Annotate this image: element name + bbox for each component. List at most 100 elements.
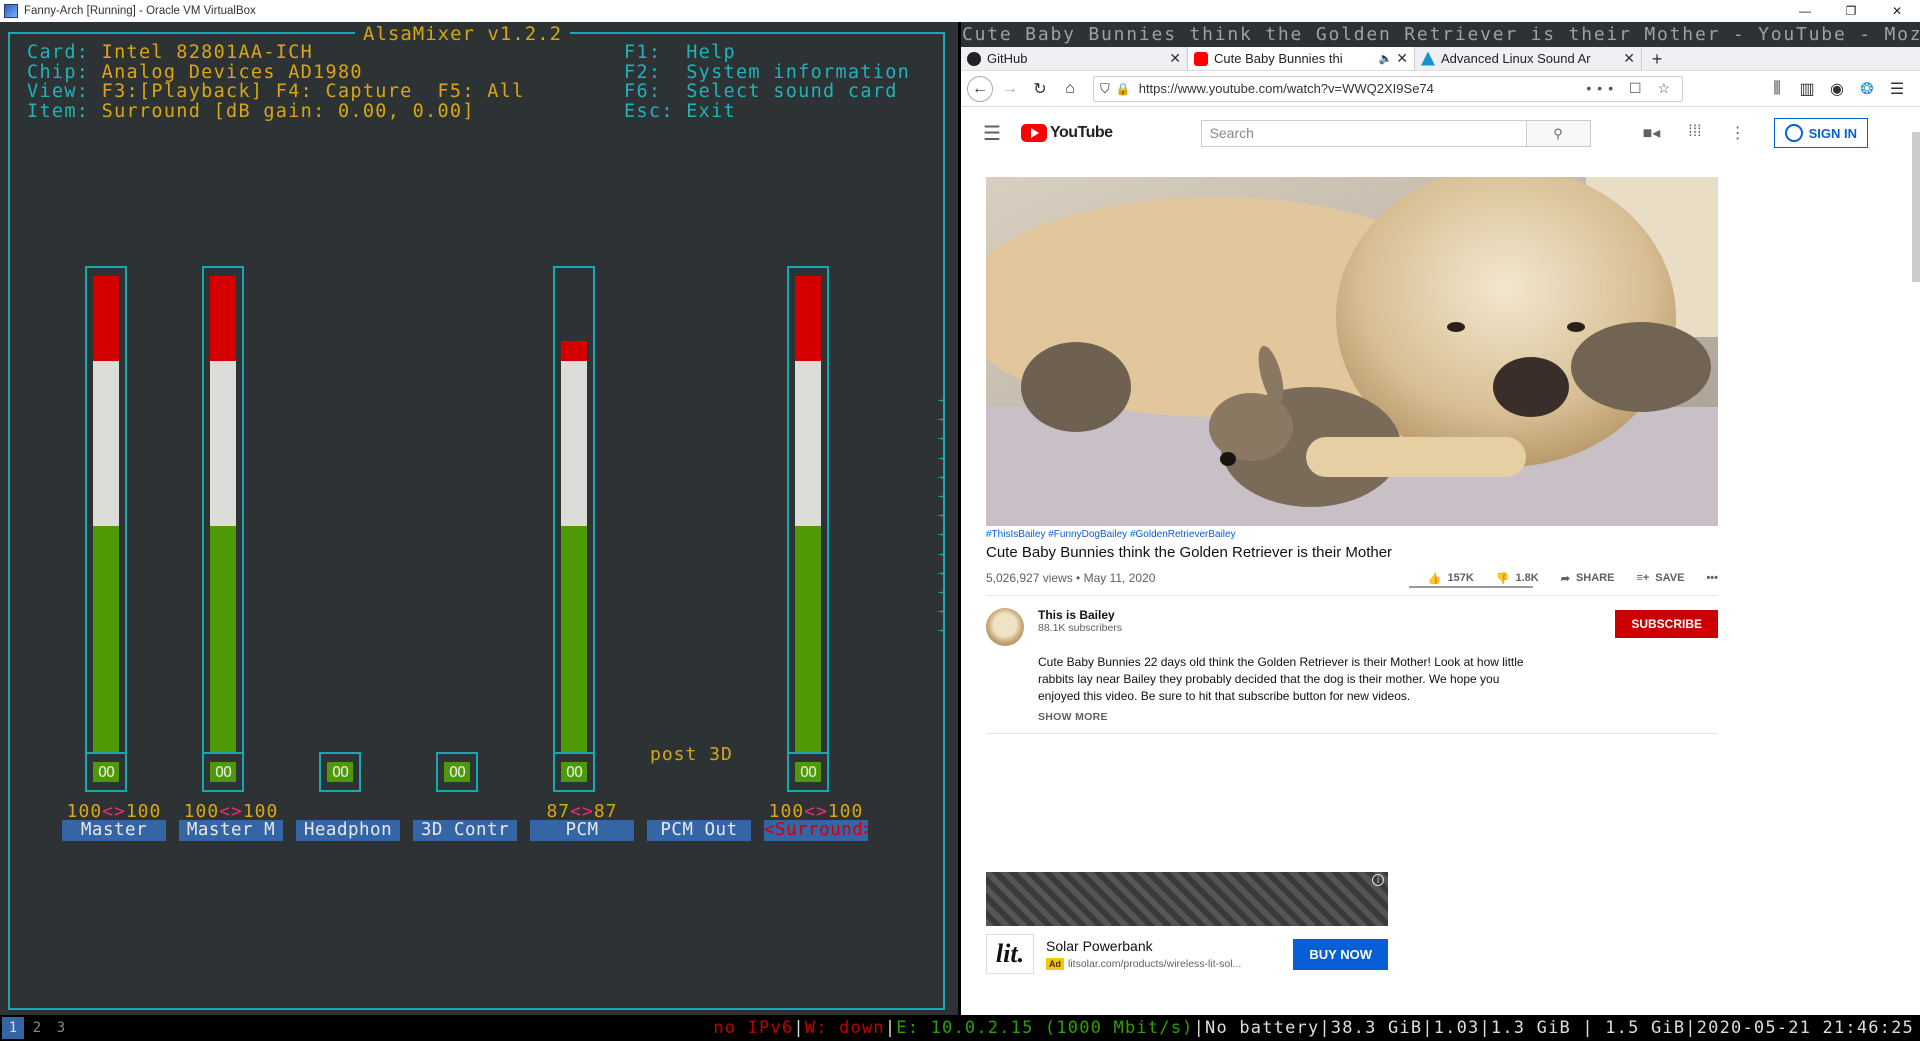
channel-row: This is Bailey 88.1K subscribers SUBSCRI… (986, 608, 1718, 646)
volume-bar-frame[interactable] (202, 266, 244, 780)
restore-button[interactable]: ❐ (1828, 0, 1874, 22)
mute-toggle[interactable]: OO (202, 752, 244, 792)
ad-logo[interactable]: lit. (986, 934, 1034, 974)
show-more-button[interactable]: SHOW MORE (1038, 711, 1718, 723)
ad-url: litsolar.com/products/wireless-lit-sol..… (1068, 958, 1242, 970)
search-icon[interactable]: ⚲ (1526, 119, 1591, 147)
channel-name[interactable]: PCM (530, 820, 634, 841)
video-description: Cute Baby Bunnies 22 days old think the … (1038, 655, 1524, 703)
github-icon (967, 51, 981, 66)
reload-icon[interactable]: ↻ (1027, 76, 1053, 102)
video-player[interactable] (986, 177, 1718, 526)
share-icon: ➦ (1560, 572, 1570, 585)
sign-in-button[interactable]: SIGN IN (1773, 118, 1869, 148)
tab-alsa[interactable]: Advanced Linux Sound Ar ✕ (1415, 47, 1642, 70)
account-icon[interactable]: ◉ (1824, 76, 1850, 102)
workspace-2[interactable]: 2 (26, 1017, 48, 1039)
more-horiz-icon[interactable]: ••• (1706, 572, 1718, 585)
page-scrollbar[interactable] (1912, 132, 1920, 282)
tab-youtube[interactable]: Cute Baby Bunnies thi 🔈 ✕ (1188, 47, 1415, 70)
more-vert-icon[interactable]: ⋮ (1730, 123, 1746, 143)
library-icon[interactable]: ⫼ (1764, 76, 1790, 102)
video-stats: 5,026,927 views • May 11, 2020 👍 157K 👎 1.… (986, 571, 1718, 585)
close-icon[interactable]: ✕ (1169, 50, 1181, 67)
hashtags[interactable]: #ThisIsBailey #FunnyDogBailey #GoldenRet… (986, 529, 1718, 540)
close-button[interactable]: ✕ (1874, 0, 1920, 22)
tab-github[interactable]: GitHub ✕ (961, 47, 1188, 70)
speaker-icon[interactable]: 🔈 (1379, 52, 1393, 65)
sidebar-icon[interactable]: ▥ (1794, 76, 1820, 102)
views-date: 5,026,927 views • May 11, 2020 (986, 571, 1156, 585)
ad-card: i lit. Solar Powerbank Ad litsolar.com/pr… (986, 872, 1388, 974)
close-icon[interactable]: ✕ (1396, 50, 1408, 67)
mute-toggle[interactable]: OO (436, 752, 478, 792)
new-tab-button[interactable]: + (1642, 47, 1672, 70)
home-icon[interactable]: ⌂ (1057, 76, 1083, 102)
mixer-keys: F1: Help F2: System information F6: Select… (624, 42, 911, 122)
mute-toggle[interactable]: OO (319, 752, 361, 792)
buy-now-button[interactable]: BUY NOW (1293, 938, 1388, 970)
volume-level: 87<>87 (546, 801, 618, 822)
youtube-logo[interactable]: YouTube (1021, 124, 1113, 142)
ad-banner[interactable]: i (986, 872, 1388, 926)
channel-name[interactable]: This is Bailey (1038, 608, 1122, 622)
tab-bar: GitHub ✕ Cute Baby Bunnies thi 🔈 ✕ Advan… (961, 47, 1920, 71)
avatar[interactable] (986, 608, 1024, 646)
volume-segment (93, 361, 119, 526)
card-value: Intel 82801AA-ICH (101, 42, 314, 63)
info-icon[interactable]: i (1372, 874, 1384, 886)
vbox-title: Fanny-Arch [Running] - Oracle VM Virtual… (24, 5, 256, 17)
video-camera-icon[interactable]: ■◂ (1643, 123, 1661, 143)
channel-name[interactable]: PCM Out (647, 820, 751, 841)
video-actions: 👍 157K 👎 1.8K ➦ SHARE ≡+ SAVE ••• (1428, 572, 1718, 585)
volume-segment (795, 361, 821, 526)
wifi-status: W: down (804, 1018, 885, 1038)
channel-name[interactable]: 3D Contr (413, 820, 517, 841)
share-button[interactable]: ➦ SHARE (1561, 572, 1615, 585)
like-button[interactable]: 👍 157K (1428, 572, 1474, 585)
item-value: Surround [dB gain: 0.00, 0.00] (101, 100, 475, 122)
channel-name[interactable]: Headphon (296, 820, 400, 841)
channel-name[interactable]: <Surround> (764, 820, 868, 841)
status-info: no IPv6|W: down|E: 10.0.2.15 (1000 Mbit/… (713, 1018, 1914, 1038)
video-frame (986, 177, 1718, 526)
volume-bar-frame[interactable] (553, 266, 595, 780)
alsamixer-terminal[interactable]: AlsaMixer v1.2.2 Card: Intel 82801AA-ICH… (0, 22, 958, 1015)
user-icon (1784, 124, 1803, 142)
window-controls: — ❐ ✕ (1782, 0, 1920, 22)
channel-name[interactable]: Master (62, 820, 166, 841)
extension-icon[interactable]: ❂ (1854, 76, 1880, 102)
volume-bar (93, 276, 119, 776)
page-actions[interactable]: ••• ☐ ☆ (1586, 80, 1676, 97)
ad-title[interactable]: Solar Powerbank (1046, 938, 1241, 954)
back-icon[interactable]: ← (967, 75, 993, 102)
url-text[interactable]: https://www.youtube.com/watch?v=WWQ2XI9S… (1139, 81, 1587, 96)
volume-segment (561, 341, 587, 361)
close-icon[interactable]: ✕ (1623, 50, 1635, 67)
url-bar[interactable]: ⛉ 🔒 https://www.youtube.com/watch?v=WWQ2… (1093, 75, 1683, 102)
mute-toggle[interactable]: OO (85, 752, 127, 792)
mute-toggle[interactable]: OO (787, 752, 829, 792)
hamburger-icon[interactable]: ☰ (983, 121, 1013, 146)
lock-icon[interactable]: 🔒 (1116, 82, 1131, 96)
workspace-1[interactable]: 1 (2, 1017, 24, 1039)
minimize-button[interactable]: — (1782, 0, 1828, 22)
volume-segment (210, 361, 236, 526)
save-button[interactable]: ≡+ SAVE (1636, 572, 1684, 585)
workspace-3[interactable]: 3 (50, 1017, 72, 1039)
dislike-button[interactable]: 👎 1.8K (1496, 572, 1539, 585)
arch-icon (1421, 51, 1435, 66)
shield-icon[interactable]: ⛉ (1100, 81, 1110, 97)
mute-toggle[interactable]: OO (553, 752, 595, 792)
channel-name[interactable]: Master M (179, 820, 283, 841)
header-icons: ■◂ ⁞⁞⁞ ⋮ (1643, 123, 1746, 143)
volume-bar-frame[interactable] (85, 266, 127, 780)
search-input[interactable]: Search (1200, 119, 1527, 147)
mute-indicator: OO (93, 762, 119, 782)
mute-indicator: OO (795, 762, 821, 782)
forward-icon[interactable]: → (997, 76, 1023, 102)
subscribe-button[interactable]: SUBSCRIBE (1615, 610, 1718, 638)
volume-bar-frame[interactable] (787, 266, 829, 780)
menu-icon[interactable]: ☰ (1884, 76, 1910, 102)
apps-grid-icon[interactable]: ⁞⁞⁞ (1688, 123, 1701, 143)
